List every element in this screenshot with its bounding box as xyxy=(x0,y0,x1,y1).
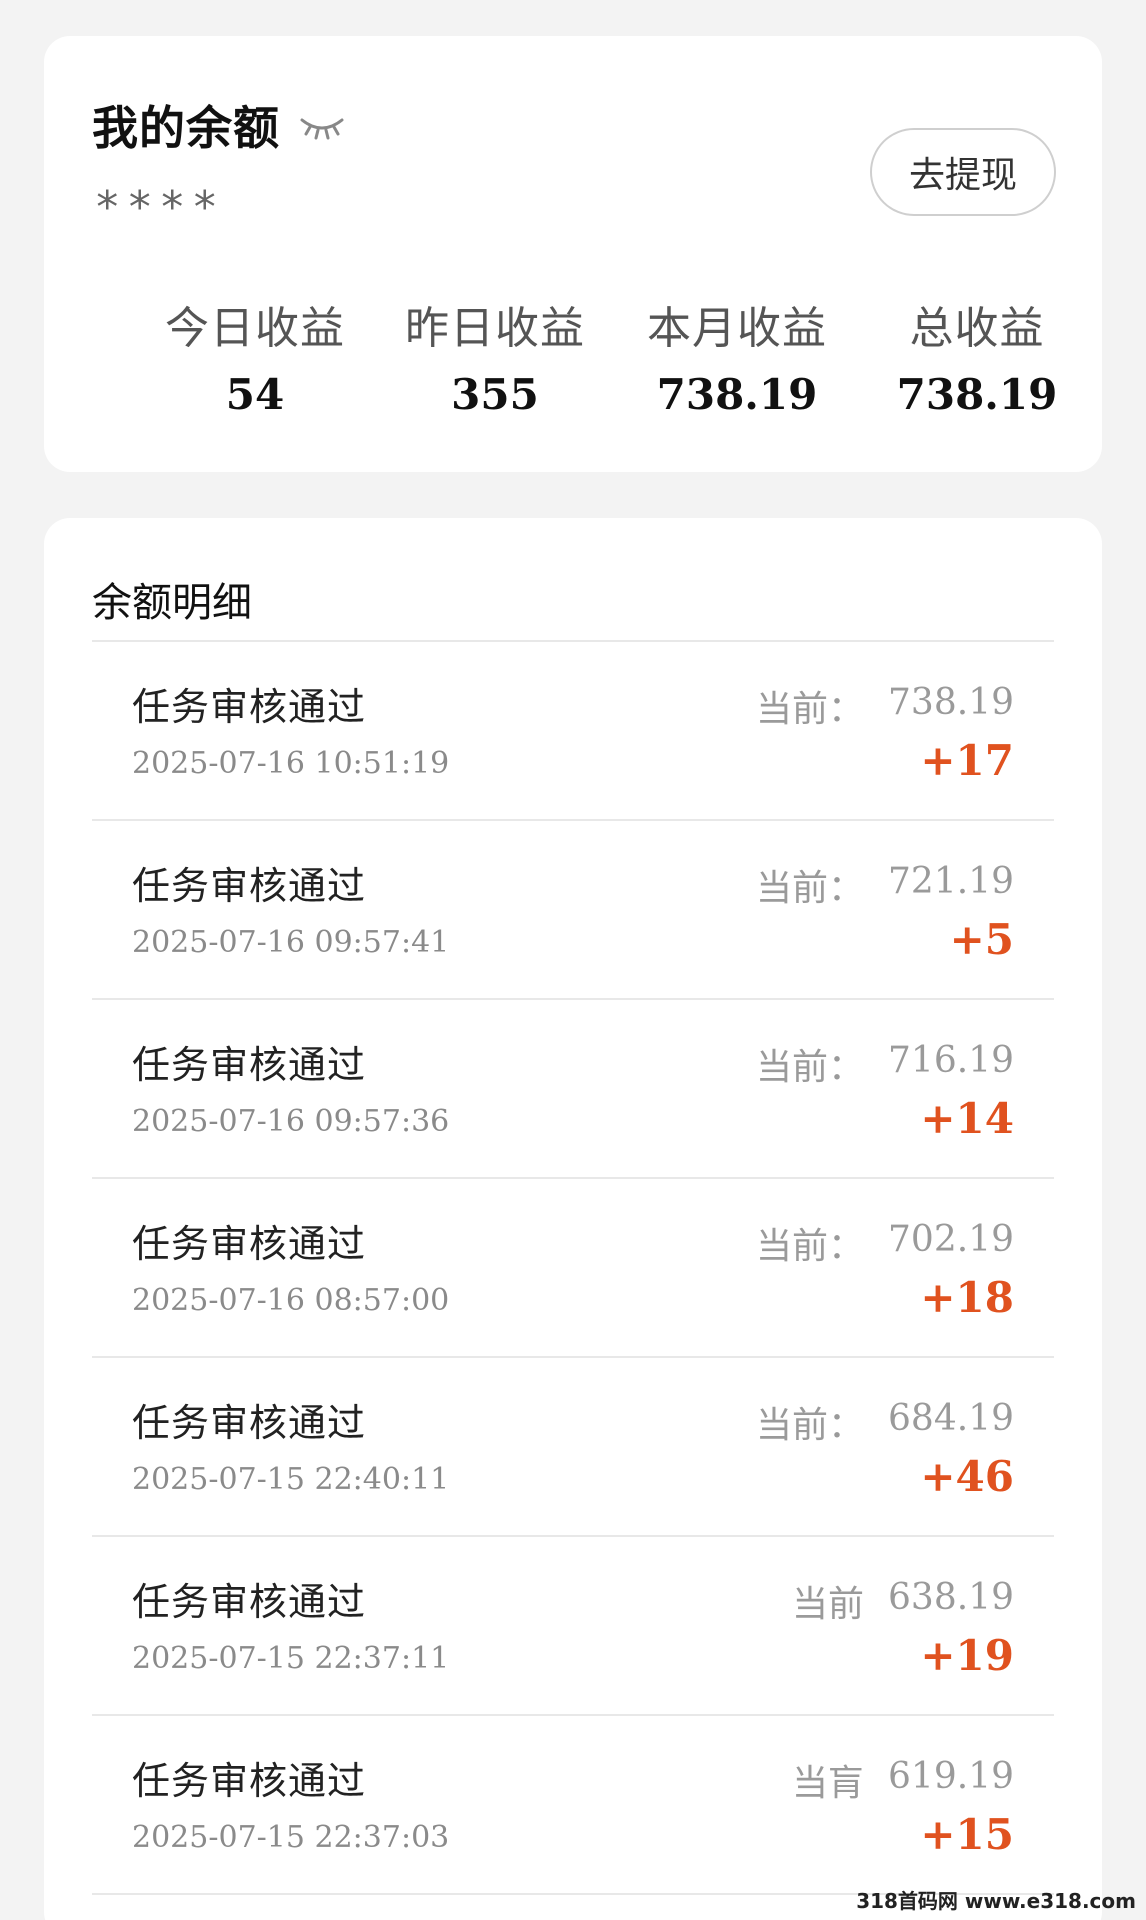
item-current-label: 当前： xyxy=(755,689,864,730)
item-current-value: 638.19 xyxy=(888,1577,1014,1618)
item-current-value: 702.19 xyxy=(888,1219,1014,1260)
page: 我的余额 **** 去提现 今日收益 54 昨日收益 355 本月收益 738.… xyxy=(0,0,1146,1920)
stat-value: 355 xyxy=(451,370,539,419)
item-current-value: 716.19 xyxy=(888,1040,1014,1081)
item-current-value: 738.19 xyxy=(888,682,1014,723)
detail-list: 任务审核通过 2025-07-16 10:51:19 当前： 738.19 +1… xyxy=(92,640,1054,1920)
item-title: 任务审核通过 xyxy=(132,1580,367,1624)
stat-value: 738.19 xyxy=(896,370,1058,419)
stat-month: 本月收益 738.19 xyxy=(622,292,852,419)
item-current-label: 当前： xyxy=(755,1226,864,1267)
earnings-stats: 今日收益 54 昨日收益 355 本月收益 738.19 总收益 738.19 xyxy=(44,292,1102,432)
withdraw-button[interactable]: 去提现 xyxy=(870,128,1056,216)
eye-closed-icon[interactable] xyxy=(298,110,346,140)
detail-title: 余额明细 xyxy=(92,580,252,626)
item-current-value: 684.19 xyxy=(888,1398,1014,1439)
stat-value: 54 xyxy=(225,370,285,419)
item-current-label: 当前 xyxy=(791,1584,864,1625)
item-delta: +15 xyxy=(920,1810,1014,1859)
list-item[interactable]: 任务审核通过 2025-07-15 22:40:11 当前： 684.19 +4… xyxy=(92,1356,1054,1535)
watermark: 318首码网 www.e318.com xyxy=(856,1889,1136,1913)
list-item[interactable]: 任务审核通过 2025-07-15 22:37:03 当肓 619.19 +15 xyxy=(92,1714,1054,1893)
list-item[interactable]: 任务审核通过 2025-07-16 08:57:00 当前： 702.19 +1… xyxy=(92,1177,1054,1356)
item-time: 2025-07-16 10:51:19 xyxy=(132,746,450,781)
item-delta: +19 xyxy=(920,1631,1014,1680)
stat-total: 总收益 738.19 xyxy=(862,292,1092,419)
balance-hidden-amount: **** xyxy=(94,182,224,233)
item-time: 2025-07-15 22:37:03 xyxy=(132,1820,450,1855)
item-title: 任务审核通过 xyxy=(132,1222,367,1266)
item-time: 2025-07-15 22:37:11 xyxy=(132,1641,450,1676)
balance-title-row: 我的余额 xyxy=(92,92,346,158)
item-title: 任务审核通过 xyxy=(132,685,367,729)
list-item[interactable]: 任务审核通过 2025-07-16 10:51:19 当前： 738.19 +1… xyxy=(92,640,1054,819)
item-delta: +18 xyxy=(920,1273,1014,1322)
stat-label: 总收益 xyxy=(909,303,1045,354)
stat-label: 今日收益 xyxy=(165,303,345,354)
item-current-label: 当前： xyxy=(755,1405,864,1446)
item-title: 任务审核通过 xyxy=(132,1759,367,1803)
item-current-value: 721.19 xyxy=(888,861,1014,902)
item-time: 2025-07-16 09:57:41 xyxy=(132,925,450,960)
list-item[interactable]: 任务审核通过 2025-07-16 09:57:41 当前： 721.19 +5 xyxy=(92,819,1054,998)
item-delta: +14 xyxy=(920,1094,1014,1143)
item-current-value: 619.19 xyxy=(888,1756,1014,1797)
stat-value: 738.19 xyxy=(656,370,818,419)
item-time: 2025-07-15 22:40:11 xyxy=(132,1462,450,1497)
item-title: 任务审核通过 xyxy=(132,1043,367,1087)
list-item[interactable]: 任务审核通过 2025-07-15 22:37:11 当前 638.19 +19 xyxy=(92,1535,1054,1714)
item-delta: +17 xyxy=(920,736,1014,785)
item-time: 2025-07-16 09:57:36 xyxy=(132,1104,450,1139)
stat-today: 今日收益 54 xyxy=(140,292,370,419)
item-current-label: 当前： xyxy=(755,1047,864,1088)
balance-title: 我的余额 xyxy=(92,101,280,155)
item-delta: +5 xyxy=(949,915,1014,964)
stat-label: 本月收益 xyxy=(647,303,827,354)
stat-yesterday: 昨日收益 355 xyxy=(380,292,610,419)
item-current-label: 当肓 xyxy=(791,1763,864,1804)
item-title: 任务审核通过 xyxy=(132,1401,367,1445)
item-delta: +46 xyxy=(920,1452,1014,1501)
item-time: 2025-07-16 08:57:00 xyxy=(132,1283,450,1318)
balance-card: 我的余额 **** 去提现 今日收益 54 昨日收益 355 本月收益 738.… xyxy=(44,36,1102,472)
item-current-label: 当前： xyxy=(755,868,864,909)
item-title: 任务审核通过 xyxy=(132,864,367,908)
stat-label: 昨日收益 xyxy=(405,303,585,354)
balance-detail-card: 余额明细 任务审核通过 2025-07-16 10:51:19 当前： 738.… xyxy=(44,518,1102,1920)
list-item[interactable]: 任务审核通过 2025-07-16 09:57:36 当前： 716.19 +1… xyxy=(92,998,1054,1177)
